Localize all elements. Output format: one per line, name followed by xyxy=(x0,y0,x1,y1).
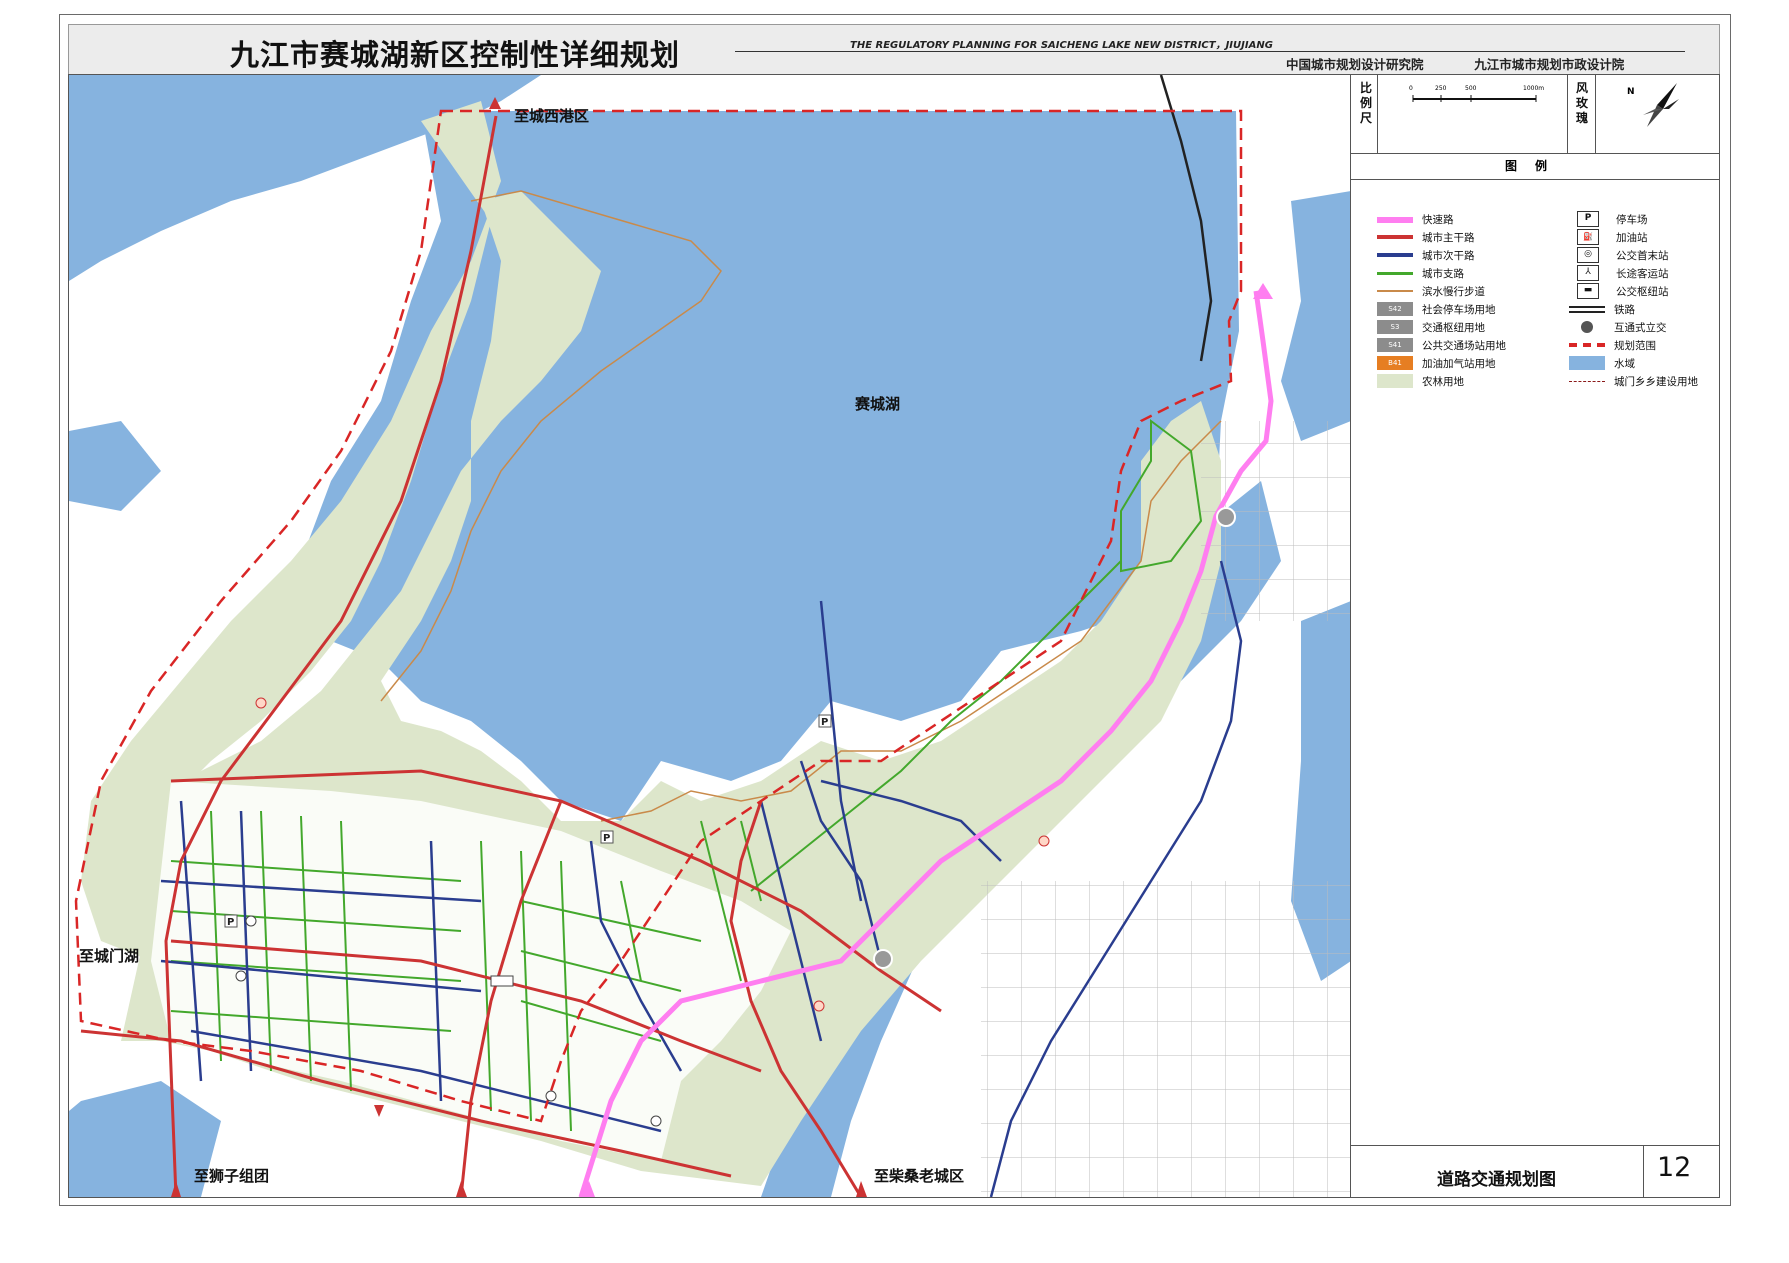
east-lake-north xyxy=(1281,191,1351,441)
legend-item-water: 水域 xyxy=(1569,355,1635,371)
interchange-south[interactable] xyxy=(873,949,893,969)
scale-tick-1000: 1000m xyxy=(1523,85,1545,92)
label-north: 至城西港区 xyxy=(514,107,590,125)
wind-rose-label: 风玫瑰 xyxy=(1575,81,1588,125)
scale-label: 比例尺 xyxy=(1359,81,1372,125)
expressway-line-icon xyxy=(1377,217,1413,223)
legend-item-bus-hub: ▬ 公交枢纽站 xyxy=(1569,283,1669,299)
railway-line-icon xyxy=(1569,305,1605,313)
institute-1: 中国城市规划设计研究院 xyxy=(1286,57,1424,72)
interchange-icon xyxy=(1569,320,1605,334)
legend-item-branch-road: 城市支路 xyxy=(1377,265,1464,281)
north-label: N xyxy=(1627,87,1635,97)
main-road-line-icon xyxy=(1377,235,1413,239)
legend-item-coach-station: ⅄ 长途客运站 xyxy=(1569,265,1669,281)
bus-terminal-icon: ◎ xyxy=(1577,247,1599,263)
parking-land-swatch-icon: S42 xyxy=(1377,302,1413,316)
lake-name: 赛城湖 xyxy=(855,395,901,413)
scale-tick-500: 500 xyxy=(1465,85,1477,92)
branch-road-line-icon xyxy=(1377,271,1413,275)
label-west: 至城门湖 xyxy=(79,947,140,965)
legend-item-township-boundary: 城门乡乡建设用地 xyxy=(1569,373,1698,389)
scale-tick-250: 250 xyxy=(1435,85,1447,92)
legend-item-gas-land: B41 加油加气站用地 xyxy=(1377,355,1496,371)
scale-and-compass: 比例尺 0 250 500 1000m 风玫瑰 N xyxy=(1351,75,1719,154)
title-underline xyxy=(735,51,1685,52)
page-title: 九江市赛城湖新区控制性详细规划 xyxy=(230,38,681,72)
legend-item-bus-terminal: ◎ 公交首末站 xyxy=(1569,247,1669,263)
map-canvas[interactable]: P P P 至城西港区 至城门湖 至狮子组团 至柴桑老城区 赛城湖 xyxy=(68,74,1352,1198)
legend-item-parking: P 停车场 xyxy=(1569,211,1648,227)
label-south: 至柴桑老城区 xyxy=(874,1167,965,1185)
parking-icon: P xyxy=(1577,211,1599,227)
township-boundary-line-icon xyxy=(1569,380,1605,382)
svg-text:P: P xyxy=(227,917,234,928)
legend-item-main-road: 城市主干路 xyxy=(1377,229,1475,245)
label-south-west: 至狮子组团 xyxy=(194,1167,270,1185)
farmland-swatch-icon xyxy=(1377,374,1413,388)
legend-title: 图例 xyxy=(1351,153,1719,180)
urban-grid-south-east xyxy=(981,881,1351,1197)
institutes: 中国城市规划设计研究院 九江市城市规划市政设计院 xyxy=(1286,54,1624,73)
legend-item-gas-station: ⛽ 加油站 xyxy=(1569,229,1648,245)
legend-panel: 比例尺 0 250 500 1000m 风玫瑰 N 图例 快速路 城市主干路 城… xyxy=(1350,74,1720,1198)
svg-text:P: P xyxy=(603,833,610,844)
legend-item-transit-land: S41 公共交通场站用地 xyxy=(1377,337,1506,353)
planning-boundary-line-icon xyxy=(1569,343,1605,347)
secondary-road-line-icon xyxy=(1377,253,1413,257)
svg-text:P: P xyxy=(821,717,828,728)
title-block-divider xyxy=(1643,1145,1644,1197)
gas-station-icon: ⛽ xyxy=(1577,229,1599,245)
west-inlet xyxy=(69,421,161,511)
legend-item-planning-boundary: 规划范围 xyxy=(1569,337,1656,353)
scale-tick-0: 0 xyxy=(1409,85,1413,92)
waterfront-path-line-icon xyxy=(1377,290,1413,292)
legend-item-parking-land: S42 社会停车场用地 xyxy=(1377,301,1496,317)
legend-item-farmland: 农林用地 xyxy=(1377,373,1464,389)
wind-rose-icon xyxy=(1643,83,1679,127)
institute-2: 九江市城市规划市政设计院 xyxy=(1474,57,1625,72)
scale-bar xyxy=(1412,95,1537,102)
legend-item-waterfront-path: 滨水慢行步道 xyxy=(1377,283,1485,299)
hub-land-swatch-icon: S3 xyxy=(1377,320,1413,334)
interchange-north[interactable] xyxy=(1216,507,1236,527)
water-swatch-icon xyxy=(1569,356,1605,370)
gas-land-swatch-icon: B41 xyxy=(1377,356,1413,370)
transit-land-swatch-icon: S41 xyxy=(1377,338,1413,352)
coach-station-icon: ⅄ xyxy=(1577,265,1599,281)
legend-item-secondary-road: 城市次干路 xyxy=(1377,247,1475,263)
legend-item-hub-land: S3 交通枢纽用地 xyxy=(1377,319,1485,335)
drawing-name: 道路交通规划图 xyxy=(1437,1170,1556,1190)
map-svg: P P P xyxy=(69,75,1351,1197)
legend-item-expressway: 快速路 xyxy=(1377,211,1454,227)
bus-hub-icon: ▬ xyxy=(1577,283,1599,299)
legend-item-railway: 铁路 xyxy=(1569,301,1635,317)
page-title-english: THE REGULATORY PLANNING FOR SAICHENG LAK… xyxy=(850,40,1273,51)
page-number: 12 xyxy=(1657,1152,1692,1183)
legend-item-interchange: 互通式立交 xyxy=(1569,319,1667,335)
